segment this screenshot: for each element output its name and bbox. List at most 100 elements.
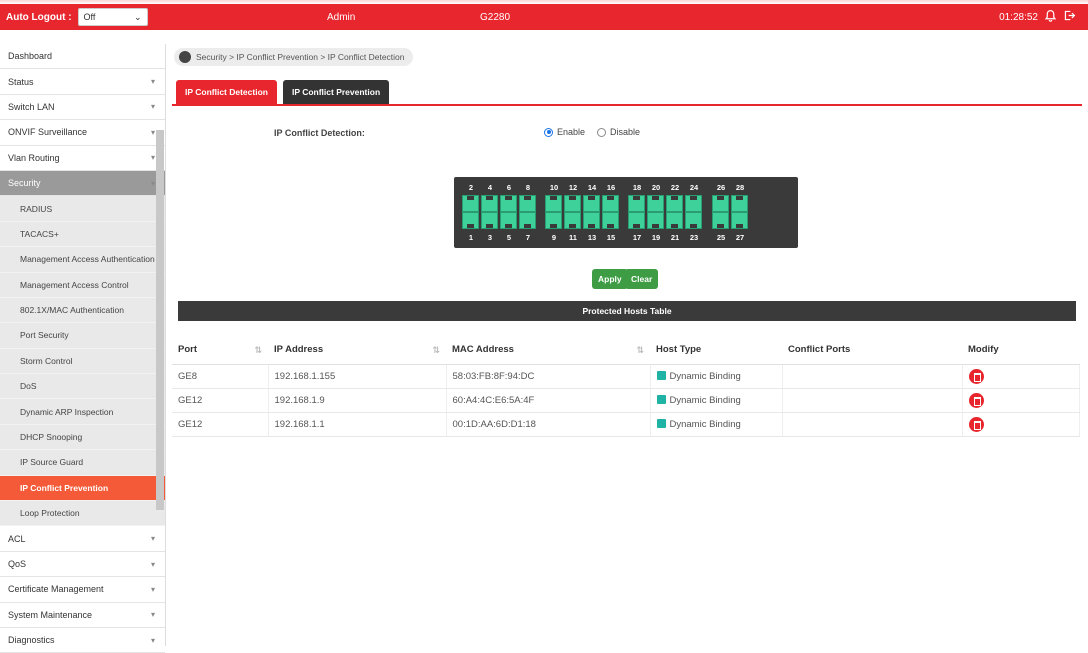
sidebar-item-label: System Maintenance xyxy=(8,609,93,620)
sidebar-item-diagnostics[interactable]: Diagnostics ▾ xyxy=(0,627,165,653)
tab-ip-conflict-prevention[interactable]: IP Conflict Prevention xyxy=(282,80,390,104)
sidebar-subitem-radius[interactable]: RADIUS xyxy=(0,196,165,222)
sidebar-item-label: Security xyxy=(8,178,41,189)
port-number-bottom: 3 xyxy=(487,233,493,242)
port-number-bottom: 25 xyxy=(716,233,726,242)
port-28[interactable] xyxy=(731,195,748,212)
sidebar-scrollbar[interactable] xyxy=(156,130,164,510)
port-6[interactable] xyxy=(500,195,517,212)
port-23[interactable] xyxy=(685,212,702,229)
port-15[interactable] xyxy=(602,212,619,229)
port-number-top: 10 xyxy=(549,183,559,192)
sidebar-subitem-tacacs[interactable]: TACACS+ xyxy=(0,221,165,248)
sidebar-item-certificate-management[interactable]: Certificate Management ▾ xyxy=(0,577,165,603)
sidebar-subitem-label: RADIUS xyxy=(20,203,53,214)
sidebar-subitem-label: Loop Protection xyxy=(20,508,80,519)
disable-radio[interactable] xyxy=(597,127,607,137)
port-8[interactable] xyxy=(519,195,536,212)
sidebar-item-vlan-routing[interactable]: Vlan Routing ▾ xyxy=(0,145,165,171)
auto-logout-select[interactable]: Off ⌄ xyxy=(77,8,148,26)
port-5[interactable] xyxy=(500,212,517,229)
table-row: GE12 192.168.1.9 60:A4:4C:E6:5A:4F Dynamic … xyxy=(172,388,1080,413)
cell-modify xyxy=(962,412,1080,437)
port-number-top: 12 xyxy=(568,183,578,192)
port-22[interactable] xyxy=(666,195,683,212)
cell-host-type: Dynamic Binding xyxy=(650,388,783,413)
port-14[interactable] xyxy=(583,195,600,212)
enable-radio[interactable] xyxy=(544,127,553,137)
sidebar-item-qos[interactable]: QoS ▾ xyxy=(0,551,165,578)
apply-button[interactable]: Apply xyxy=(592,269,628,289)
bell-icon[interactable] xyxy=(1044,9,1057,25)
sidebar-subitem-ip-conflict-prevention[interactable]: IP Conflict Prevention xyxy=(0,475,165,502)
sidebar-item-status[interactable]: Status ▾ xyxy=(0,69,165,95)
sidebar-subitem-ip-source-guard[interactable]: IP Source Guard xyxy=(0,450,165,476)
port-9[interactable] xyxy=(545,212,562,229)
sidebar-item-system-maintenance[interactable]: System Maintenance ▾ xyxy=(0,602,165,628)
port-25[interactable] xyxy=(712,212,729,229)
port-number-top: 24 xyxy=(689,183,699,192)
auto-logout-label: Auto Logout : xyxy=(6,11,72,23)
port-number-top: 28 xyxy=(735,183,745,192)
cell-ip-address: 192.168.1.9 xyxy=(268,388,447,413)
sidebar-item-switch-lan[interactable]: Switch LAN ▾ xyxy=(0,94,165,121)
sidebar-subitem-storm-control[interactable]: Storm Control xyxy=(0,348,165,375)
port-24[interactable] xyxy=(685,195,702,212)
port-19[interactable] xyxy=(647,212,664,229)
host-type-label: Dynamic Binding xyxy=(669,418,741,430)
port-4[interactable] xyxy=(481,195,498,212)
sidebar-subitem-dynamic-arp-inspection[interactable]: Dynamic ARP Inspection xyxy=(0,399,165,425)
port-18[interactable] xyxy=(628,195,645,212)
port-12[interactable] xyxy=(564,195,581,212)
column-conflict-ports: Conflict Ports xyxy=(782,336,962,365)
port-13[interactable] xyxy=(583,212,600,229)
auto-logout-value: Off xyxy=(83,12,96,22)
port-3[interactable] xyxy=(481,212,498,229)
sidebar-subitem-dhcp-snooping[interactable]: DHCP Snooping xyxy=(0,424,165,451)
port-16[interactable] xyxy=(602,195,619,212)
cell-mac-address: 58:03:FB:8F:94:DC xyxy=(446,364,651,389)
port-20[interactable] xyxy=(647,195,664,212)
cell-conflict-ports xyxy=(782,412,963,437)
sidebar-subitem-label: DoS xyxy=(20,381,37,392)
sidebar-item-dashboard[interactable]: Dashboard xyxy=(0,44,165,70)
port-number-top: 2 xyxy=(468,183,474,192)
protected-hosts-table: Port ⇅ IP Address ⇅ MAC Address ⇅ Host Type… xyxy=(172,336,1080,437)
sidebar-subitem-management-access-authentication[interactable]: Management Access Authentication xyxy=(0,247,165,273)
sidebar-item-acl[interactable]: ACL ▾ xyxy=(0,526,165,552)
port-11[interactable] xyxy=(564,212,581,229)
chevron-down-icon: ▾ xyxy=(150,584,155,594)
clear-button[interactable]: Clear xyxy=(625,269,659,289)
column-port[interactable]: Port ⇅ xyxy=(172,336,268,365)
column-ip-address[interactable]: IP Address ⇅ xyxy=(268,336,446,365)
table-header-row: Port ⇅ IP Address ⇅ MAC Address ⇅ Host Type… xyxy=(172,336,1080,365)
sidebar-subitem-management-access-control[interactable]: Management Access Control xyxy=(0,272,165,298)
sidebar-subitem-loop-protection[interactable]: Loop Protection xyxy=(0,501,165,527)
tab-ip-conflict-detection[interactable]: IP Conflict Detection xyxy=(176,80,277,104)
delete-icon[interactable] xyxy=(968,392,984,408)
sidebar-subitem-port-security[interactable]: Port Security xyxy=(0,323,165,349)
sidebar-item-onvif-surveillance[interactable]: ONVIF Surveillance ▾ xyxy=(0,120,165,146)
column-mac-address[interactable]: MAC Address ⇅ xyxy=(446,336,650,365)
sidebar-subitem-label: Storm Control xyxy=(20,355,73,366)
port-26[interactable] xyxy=(712,195,729,212)
port-27[interactable] xyxy=(731,212,748,229)
sidebar-subitem-dos[interactable]: DoS xyxy=(0,374,165,400)
port-17[interactable] xyxy=(628,212,645,229)
delete-icon[interactable] xyxy=(968,416,984,432)
port-7[interactable] xyxy=(519,212,536,229)
port-21[interactable] xyxy=(666,212,683,229)
cell-port: GE12 xyxy=(172,412,269,437)
sort-icon: ⇅ xyxy=(636,345,644,355)
delete-icon[interactable] xyxy=(968,368,984,384)
sidebar-item-security[interactable]: Security ▾ xyxy=(0,170,165,197)
port-2[interactable] xyxy=(462,195,479,212)
logout-icon[interactable] xyxy=(1063,9,1076,25)
port-1[interactable] xyxy=(462,212,479,229)
security-icon xyxy=(179,51,191,63)
port-number-top: 22 xyxy=(670,183,680,192)
cell-ip-address: 192.168.1.155 xyxy=(268,364,447,389)
sidebar-subitem-802-1x-mac-authentication[interactable]: 802.1X/MAC Authentication xyxy=(0,297,165,324)
tab-bar: IP Conflict Detection IP Conflict Preven… xyxy=(176,80,390,104)
port-10[interactable] xyxy=(545,195,562,212)
